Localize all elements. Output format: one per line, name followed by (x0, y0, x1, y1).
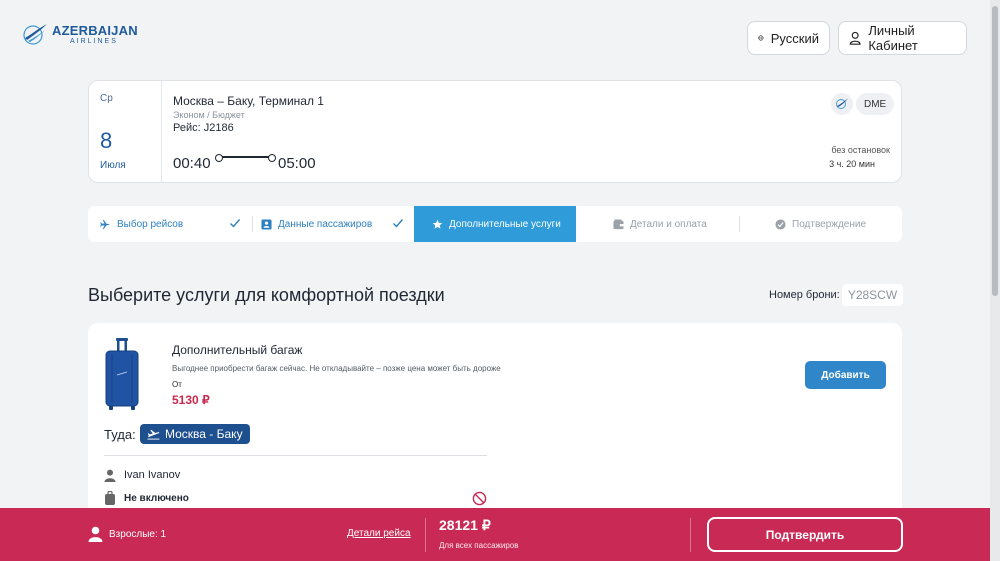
service-description: Выгоднее приобрести багаж сейчас. Не отк… (172, 364, 501, 373)
booking-number-value: Y28SCW (842, 284, 903, 306)
service-title: Дополнительный багаж (172, 343, 303, 357)
confirm-button[interactable]: Подтвердить (707, 517, 903, 552)
passenger-card-icon (261, 218, 272, 230)
checkout-footer-bar: Взрослые: 1 Детали рейса 28121 ₽ Для все… (0, 508, 1000, 561)
passenger-icon (104, 469, 116, 482)
check-circle-icon (775, 218, 786, 230)
flight-day: 8 (100, 128, 113, 153)
baggage-status: Не включено (124, 493, 189, 504)
fare-class: Эконом / Бюджет (173, 110, 245, 120)
user-icon (849, 31, 861, 45)
add-baggage-button[interactable]: Добавить (805, 361, 886, 389)
flight-details-link[interactable]: Детали рейса (347, 528, 411, 539)
arrival-time: 05:00 (278, 155, 316, 172)
flight-summary-card: Ср 8 Июля Москва – Баку, Терминал 1 Экон… (88, 80, 902, 183)
globe-icon (758, 35, 764, 41)
step-divider (739, 216, 740, 232)
footer-divider (425, 518, 426, 552)
step-label: Подтверждение (792, 218, 867, 230)
direction-route-badge: Москва - Баку (140, 424, 250, 444)
direction-route: Москва - Баку (165, 427, 243, 441)
step-label: Детали и оплата (630, 218, 707, 230)
step-divider (252, 216, 253, 232)
step-details-payment[interactable]: Детали и оплата (613, 206, 707, 242)
extra-baggage-card: Дополнительный багаж Выгоднее приобрести… (88, 323, 902, 523)
timeline-connector (215, 154, 276, 162)
airline-mini-logo-icon (836, 98, 848, 109)
takeoff-icon (147, 429, 160, 440)
service-price: 5130 ₽ (172, 393, 210, 407)
flight-duration: 3 ч. 20 мин (829, 159, 875, 169)
language-label: Русский (770, 30, 819, 46)
passenger-name: Ivan Ivanov (124, 469, 181, 481)
flight-weekday: Ср (100, 93, 113, 104)
booking-stepper: Выбор рейсов Данные пассажиров Дополните… (88, 206, 902, 242)
page-scrollbar[interactable] (990, 0, 1000, 561)
check-icon (230, 219, 241, 228)
step-flight-selection[interactable]: Выбор рейсов (100, 206, 183, 242)
step-passenger-data[interactable]: Данные пассажиров (261, 206, 372, 242)
wallet-icon (613, 219, 624, 229)
logo-sub-text: AIRLINES (70, 37, 118, 45)
divider (104, 455, 487, 456)
language-button[interactable]: Русский (747, 21, 830, 55)
footer-divider (690, 518, 691, 552)
flight-route: Москва – Баку, Терминал 1 (173, 94, 324, 108)
flight-date: Ср 8 Июля (89, 81, 162, 182)
booking-number-label: Номер брони: (769, 289, 840, 301)
person-icon (88, 526, 103, 542)
airline-logo-icon (23, 24, 47, 45)
airline-logo[interactable]: AZERBAIJAN AIRLINES (22, 22, 138, 46)
price-from-label: От (172, 380, 182, 389)
personal-cabinet-button[interactable]: Личный Кабинет (838, 21, 967, 55)
total-price: 28121 ₽ (439, 517, 491, 533)
baggage-icon (105, 491, 115, 505)
airport-code-badge: DME (856, 93, 895, 115)
personal-cabinet-label: Личный Кабинет (868, 23, 918, 53)
passenger-count: Взрослые: 1 (88, 526, 166, 542)
plane-icon (100, 219, 111, 229)
total-price-note: Для всех пассажиров (439, 541, 519, 550)
check-icon (393, 219, 404, 228)
stops-info: без остановок (831, 145, 890, 155)
flight-number: Рейс: J2186 (173, 122, 234, 134)
flight-month: Июля (100, 160, 126, 171)
page-title: Выберите услуги для комфортной поездки (88, 285, 445, 305)
not-included-icon (472, 491, 487, 506)
step-label: Данные пассажиров (278, 218, 373, 230)
adults-label: Взрослые: 1 (109, 528, 167, 540)
step-label: Выбор рейсов (117, 218, 184, 230)
scrollbar-thumb[interactable] (992, 6, 998, 296)
step-label: Дополнительные услуги (449, 218, 561, 230)
step-confirmation[interactable]: Подтверждение (775, 206, 866, 242)
airline-badge (831, 93, 853, 115)
departure-time: 00:40 (173, 155, 211, 172)
direction-label: Туда: (104, 427, 136, 442)
suitcase-image (105, 338, 139, 410)
logo-main-text: AZERBAIJAN (52, 22, 138, 38)
star-icon (432, 219, 443, 229)
step-additional-services[interactable]: Дополнительные услуги (414, 206, 576, 242)
